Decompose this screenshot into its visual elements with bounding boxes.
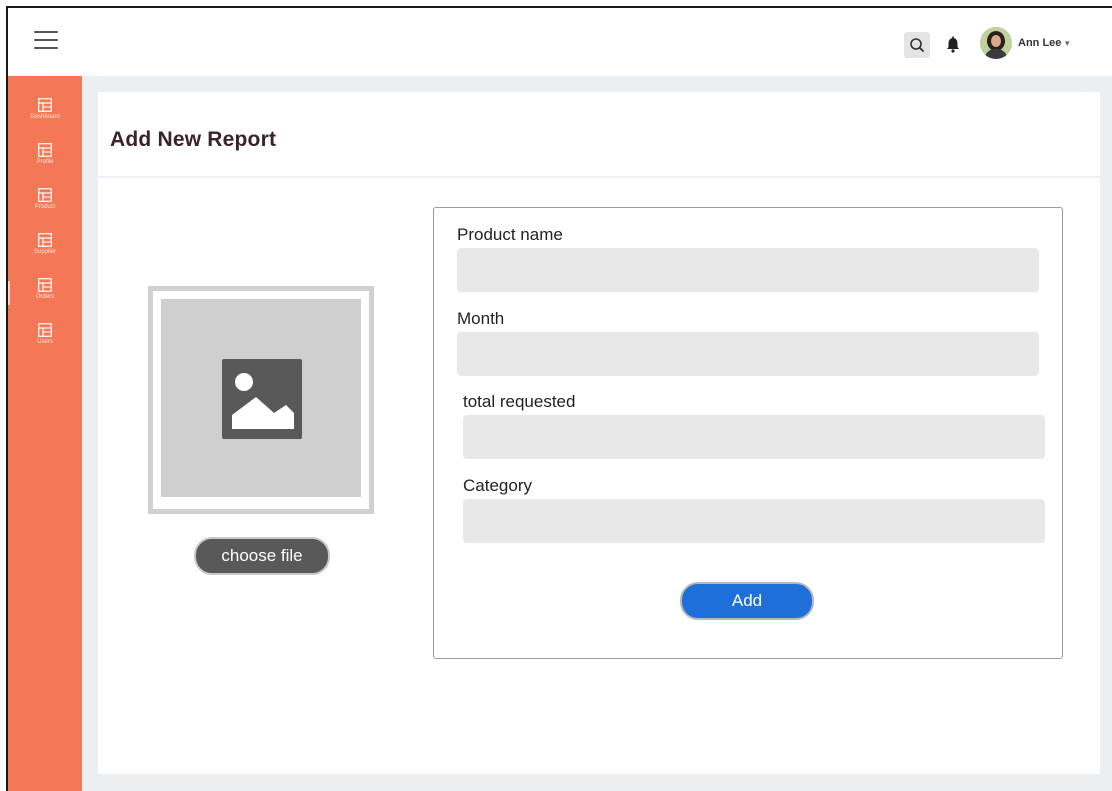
table-icon xyxy=(38,98,52,112)
user-avatar[interactable] xyxy=(980,27,1012,59)
image-placeholder-icon xyxy=(222,359,302,439)
image-placeholder xyxy=(161,299,361,497)
table-icon xyxy=(38,143,52,157)
sidebar-item-dashboard[interactable]: Dashboard xyxy=(8,98,82,120)
month-field[interactable] xyxy=(457,332,1039,376)
sidebar-item-profile[interactable]: Profile xyxy=(8,143,82,165)
sidebar-item-label: Profile xyxy=(36,159,54,165)
table-icon xyxy=(38,233,52,247)
table-icon xyxy=(38,188,52,202)
month-label: Month xyxy=(457,309,505,328)
add-button[interactable]: Add xyxy=(680,582,814,620)
chevron-down-icon[interactable]: ▾ xyxy=(1065,38,1070,49)
product-name-field[interactable] xyxy=(457,248,1039,292)
category-label: Category xyxy=(463,476,532,495)
sidebar-item-supplier[interactable]: Supplier xyxy=(8,233,82,255)
notification-bell-icon[interactable] xyxy=(944,35,962,55)
search-icon xyxy=(910,38,924,52)
top-bar: Ann Lee ▾ xyxy=(8,8,1112,76)
category-field[interactable] xyxy=(463,499,1045,543)
total-requested-field[interactable] xyxy=(463,415,1045,459)
report-form: Product name Month total requested Categ… xyxy=(433,207,1063,659)
total-requested-label: total requested xyxy=(463,392,576,411)
user-name[interactable]: Ann Lee xyxy=(1018,37,1061,49)
sidebar-item-label: Product xyxy=(34,204,56,210)
page-title: Add New Report xyxy=(110,128,277,151)
sidebar-item-product[interactable]: Product xyxy=(8,188,82,210)
image-preview xyxy=(148,286,374,514)
card-header: Add New Report xyxy=(98,92,1100,178)
choose-file-button[interactable]: choose file xyxy=(194,537,330,575)
sidebar-item-orders[interactable]: Orders xyxy=(8,278,82,300)
product-name-label: Product name xyxy=(457,225,563,244)
hamburger-menu-icon[interactable] xyxy=(34,31,58,49)
sidebar-item-label: Dashboard xyxy=(30,114,60,120)
search-button[interactable] xyxy=(904,32,930,58)
report-card: Add New Report choose file Product name … xyxy=(98,92,1100,774)
sidebar-item-label: Users xyxy=(37,339,53,345)
table-icon xyxy=(38,323,52,337)
app-window: Ann Lee ▾ Dashboard Profile Product Supp… xyxy=(6,6,1112,791)
sidebar: Dashboard Profile Product Supplier Order… xyxy=(8,76,82,791)
sidebar-item-label: Orders xyxy=(35,294,55,300)
sidebar-item-label: Supplier xyxy=(33,249,56,255)
table-icon xyxy=(38,278,52,292)
sidebar-item-users[interactable]: Users xyxy=(8,323,82,345)
